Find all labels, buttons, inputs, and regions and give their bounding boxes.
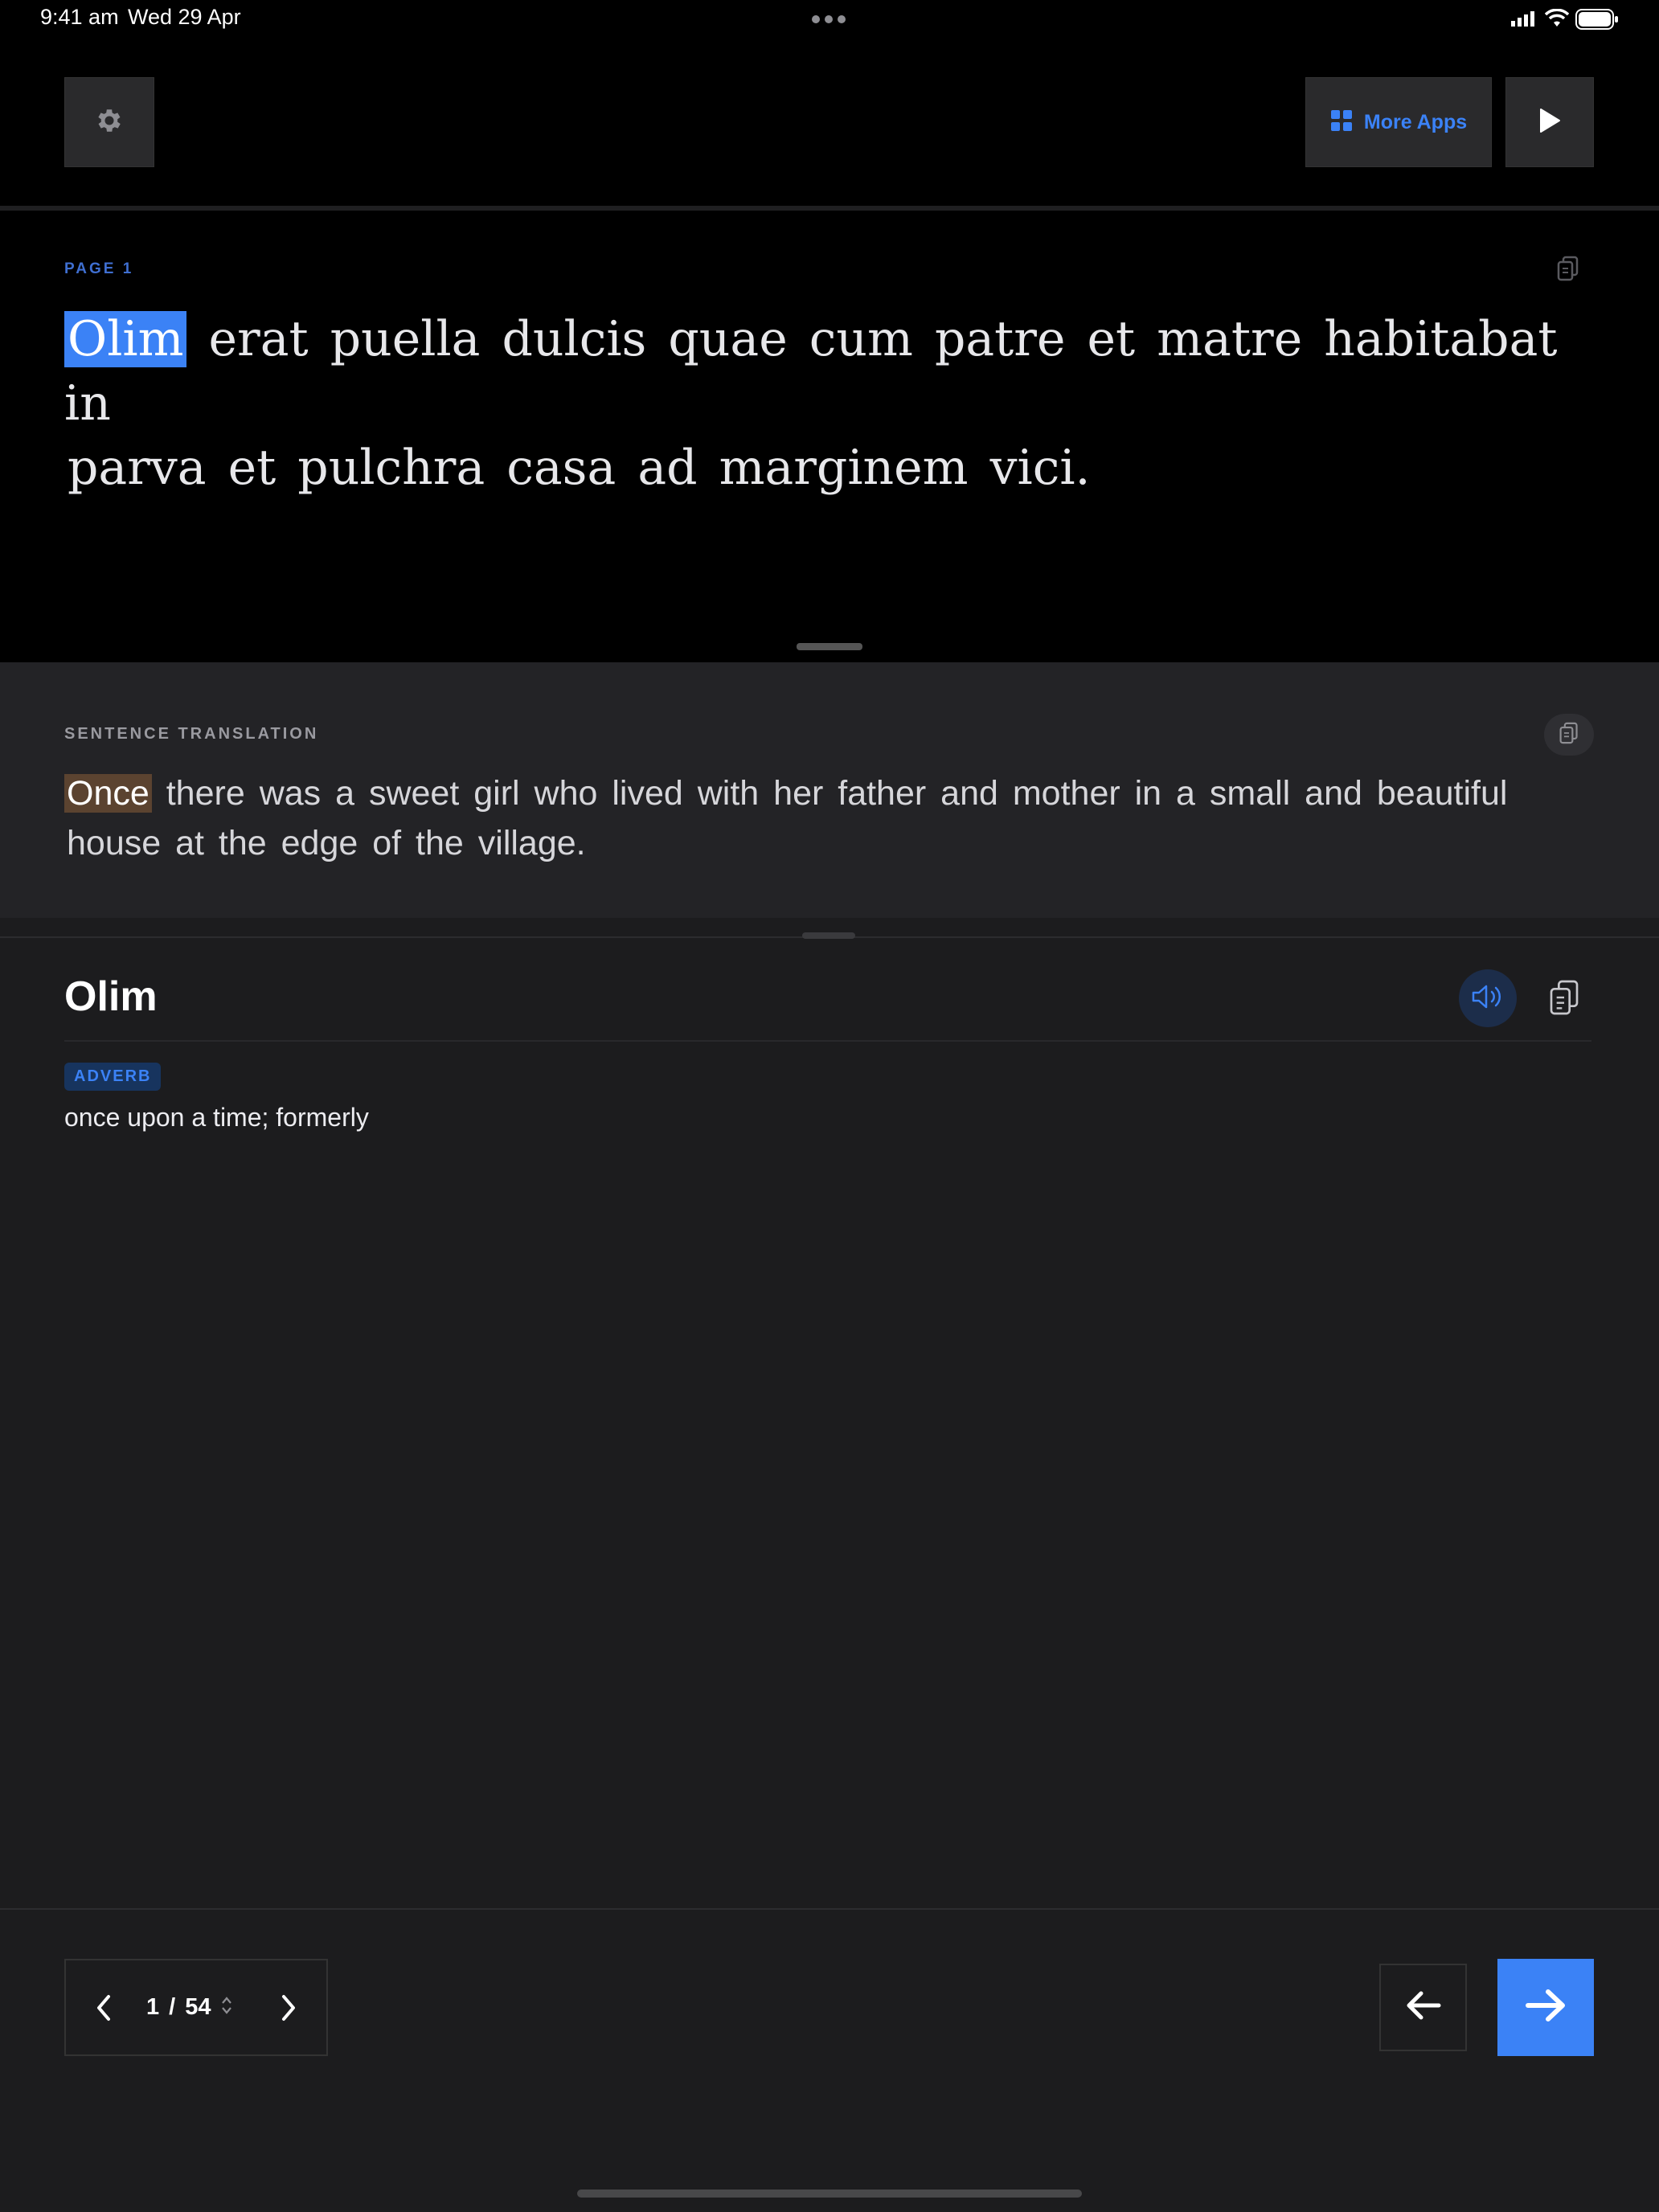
play-button[interactable] [1505, 77, 1594, 167]
more-apps-button[interactable]: More Apps [1305, 77, 1492, 167]
page-counter[interactable]: 1 / 54 [146, 1994, 233, 2021]
next-word-button[interactable] [1497, 1959, 1594, 2056]
english-line-2: house at the edge of the village. [67, 824, 586, 862]
headword-divider [64, 1040, 1591, 1042]
copy-icon [1556, 256, 1580, 285]
prev-page-button[interactable] [95, 1994, 113, 2026]
pronounce-button[interactable] [1459, 969, 1517, 1027]
gear-icon [94, 105, 125, 140]
total-pages: 54 [185, 1994, 211, 2020]
status-time: 9:41 am [40, 5, 119, 29]
bottom-divider [0, 1908, 1659, 1910]
arrow-right-icon [1524, 1988, 1567, 2027]
stepper-icon [220, 1995, 233, 2020]
copy-icon [1559, 722, 1579, 748]
speaker-icon [1470, 982, 1505, 1015]
part-of-speech-badge: ADVERB [64, 1063, 162, 1091]
page-label: PAGE 1 [64, 260, 134, 277]
english-sentence: Once there was a sweet girl who lived wi… [64, 768, 1624, 868]
status-bar: 9:41 am Wed 29 Apr [0, 0, 1659, 39]
wifi-icon [1544, 8, 1570, 32]
english-line-1-rest: there was a sweet girl who lived with he… [166, 774, 1508, 813]
previous-word-button[interactable] [1379, 1964, 1467, 2051]
reading-resize-handle[interactable] [797, 643, 862, 650]
page-selector: 1 / 54 [64, 1959, 328, 2056]
copy-translation-button[interactable] [1544, 714, 1594, 756]
dictionary-resize-handle[interactable] [802, 932, 855, 939]
definition-text: once upon a time; formerly [64, 1103, 369, 1132]
play-icon [1538, 108, 1562, 137]
more-apps-label: More Apps [1363, 110, 1468, 133]
multitasking-dots-icon[interactable] [812, 15, 846, 23]
dictionary-headword: Olim [64, 973, 158, 1020]
next-page-button[interactable] [280, 1994, 297, 2026]
home-indicator[interactable] [577, 2189, 1082, 2198]
chevron-left-icon [95, 1995, 113, 2025]
highlighted-latin-word[interactable]: Olim [64, 311, 187, 367]
settings-button[interactable] [64, 77, 154, 167]
copy-icon [1548, 980, 1580, 1019]
signal-icon [1511, 10, 1538, 31]
english-line-1: Once there was a sweet girl who lived wi… [64, 768, 1624, 818]
status-date: Wed 29 Apr [128, 5, 241, 29]
battery-icon [1575, 9, 1619, 34]
latin-line-1: Olim erat puella dulcis quae cum patre e… [64, 307, 1608, 436]
current-page: 1 [146, 1994, 160, 2020]
page-separator: / [169, 1994, 176, 2020]
copy-latin-button[interactable] [1556, 256, 1580, 285]
latin-line-2[interactable]: parva et pulchra casa ad marginem vici. [64, 436, 1608, 500]
copy-definition-button[interactable] [1548, 979, 1580, 1020]
toolbar: More Apps [0, 39, 1659, 206]
grid-icon [1330, 109, 1353, 136]
latin-sentence: Olim erat puella dulcis quae cum patre e… [64, 307, 1608, 500]
latin-line-1-rest[interactable]: erat puella dulcis quae cum patre et mat… [64, 311, 1557, 432]
highlighted-english-word: Once [64, 774, 152, 813]
translation-section-label: SENTENCE TRANSLATION [64, 725, 319, 743]
arrow-left-icon [1405, 1990, 1442, 2025]
reading-pane: PAGE 1 Olim erat puella dulcis quae cum … [0, 211, 1659, 662]
translation-pane: SENTENCE TRANSLATION Once there was a sw… [0, 662, 1659, 918]
chevron-right-icon [280, 1995, 297, 2025]
